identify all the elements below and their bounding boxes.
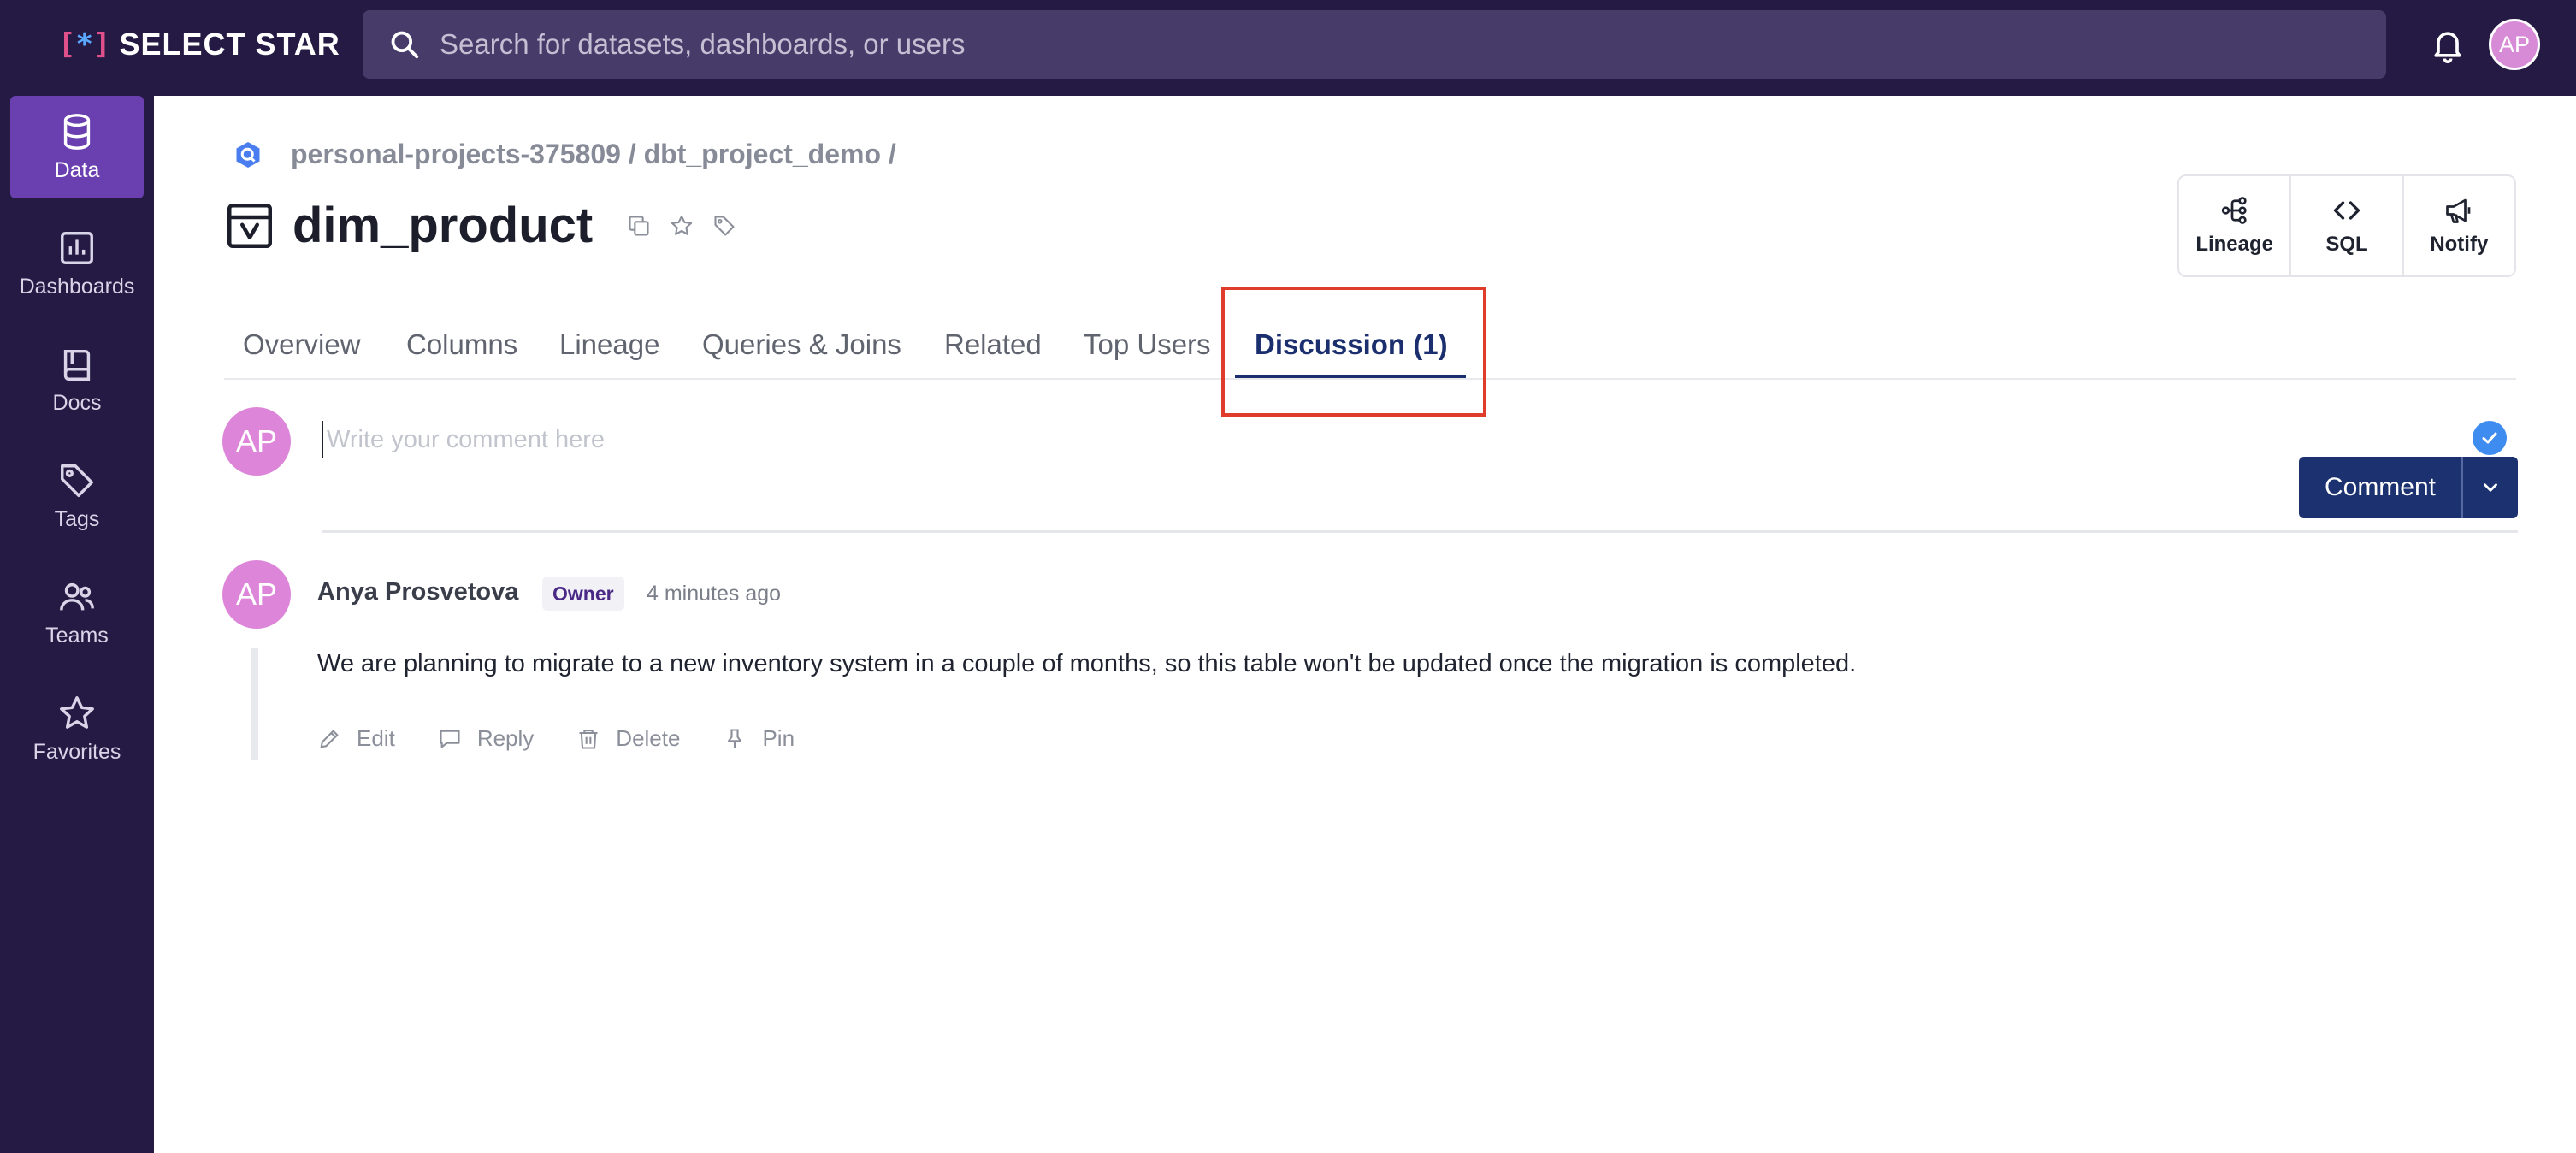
user-avatar[interactable]: AP bbox=[2489, 19, 2540, 70]
sidebar-item-label: Favorites bbox=[32, 739, 121, 764]
tab-columns[interactable]: Columns bbox=[406, 328, 517, 361]
thread-bar bbox=[251, 648, 258, 760]
chevron-down-icon bbox=[2484, 483, 2497, 492]
users-icon bbox=[60, 582, 94, 610]
lineage-button-label: Lineage bbox=[2195, 233, 2274, 256]
pin-comment-button[interactable]: Pin bbox=[723, 725, 795, 752]
tab-related[interactable]: Related bbox=[944, 328, 1042, 361]
top-bar: [*] SELECT STAR AP bbox=[0, 0, 2576, 96]
comment-author-avatar: AP bbox=[222, 560, 291, 629]
edit-comment-button[interactable]: Edit bbox=[317, 725, 395, 752]
code-icon bbox=[2333, 201, 2360, 220]
notification-bell-icon[interactable] bbox=[2429, 24, 2467, 65]
bar-chart-icon bbox=[61, 231, 93, 264]
select-star-logo[interactable]: [*] SELECT STAR bbox=[58, 24, 340, 65]
search-input[interactable] bbox=[440, 28, 2321, 61]
comment-button[interactable]: Comment bbox=[2299, 457, 2463, 518]
megaphone-icon bbox=[2446, 198, 2471, 223]
trash-icon bbox=[579, 729, 598, 749]
sidebar-item-label: Docs bbox=[52, 390, 102, 415]
sidebar-item-label: Teams bbox=[45, 623, 109, 647]
pin-icon bbox=[728, 728, 742, 748]
reply-label: Reply bbox=[476, 725, 535, 751]
composer-avatar: AP bbox=[222, 407, 291, 476]
lineage-button[interactable]: Lineage bbox=[2179, 176, 2292, 275]
tab-queries-joins[interactable]: Queries & Joins bbox=[702, 328, 901, 361]
sidebar-item-label: Tags bbox=[54, 506, 100, 531]
title-actions bbox=[627, 214, 736, 238]
book-icon bbox=[63, 349, 91, 381]
sidebar-item-data[interactable]: Data bbox=[10, 96, 144, 198]
comment-actions: Edit Reply Delete Pin bbox=[317, 725, 795, 752]
tab-overview[interactable]: Overview bbox=[243, 328, 361, 361]
comment-options-button[interactable] bbox=[2463, 457, 2518, 518]
breadcrumb-path[interactable]: personal-projects-375809 / dbt_project_d… bbox=[291, 139, 896, 170]
header-actions: Lineage SQL Notify bbox=[2177, 174, 2516, 277]
pencil-icon bbox=[320, 730, 339, 748]
table-view-icon bbox=[227, 203, 272, 248]
sql-button-label: SQL bbox=[2325, 233, 2368, 256]
search-icon bbox=[391, 31, 419, 59]
breadcrumb: personal-projects-375809 / dbt_project_d… bbox=[233, 139, 896, 170]
comment-divider bbox=[322, 530, 2518, 533]
sidebar-item-tags[interactable]: Tags bbox=[10, 445, 144, 547]
comment-text: We are planning to migrate to a new inve… bbox=[317, 650, 1857, 677]
global-search-bar[interactable] bbox=[363, 10, 2386, 79]
tag-icon[interactable] bbox=[712, 214, 736, 238]
check-icon bbox=[2473, 421, 2507, 455]
lineage-icon bbox=[2221, 197, 2247, 224]
sidebar-item-teams[interactable]: Teams bbox=[10, 561, 144, 664]
speech-bubble-icon bbox=[440, 730, 460, 748]
star-icon bbox=[60, 695, 94, 729]
logo-text: SELECT STAR bbox=[119, 27, 340, 62]
owner-badge: Owner bbox=[542, 576, 624, 611]
comment-submit-group: Comment bbox=[2299, 457, 2518, 518]
sidebar-nav: Data Dashboards Docs Tags Teams Favorite… bbox=[0, 96, 154, 1153]
sidebar-item-label: Dashboards bbox=[19, 274, 135, 299]
star-icon[interactable] bbox=[670, 214, 694, 238]
comment-timestamp: 4 minutes ago bbox=[647, 582, 782, 606]
sidebar-item-label: Data bbox=[54, 157, 100, 182]
page-title: dim_product bbox=[292, 198, 594, 253]
sidebar-item-dashboards[interactable]: Dashboards bbox=[10, 212, 144, 315]
tab-lineage[interactable]: Lineage bbox=[559, 328, 659, 361]
highlight-box bbox=[1221, 287, 1486, 417]
sql-button[interactable]: SQL bbox=[2291, 176, 2404, 275]
tab-top-users[interactable]: Top Users bbox=[1084, 328, 1211, 361]
bigquery-icon bbox=[236, 141, 260, 168]
delete-comment-button[interactable]: Delete bbox=[576, 725, 680, 752]
sidebar-item-docs[interactable]: Docs bbox=[10, 328, 144, 431]
logo-mark: [*] bbox=[58, 27, 111, 62]
edit-label: Edit bbox=[357, 725, 395, 751]
pin-label: Pin bbox=[762, 725, 795, 751]
page-header: dim_product bbox=[224, 197, 736, 254]
notify-button-label: Notify bbox=[2430, 233, 2489, 256]
database-icon bbox=[63, 113, 91, 150]
tag-icon bbox=[61, 464, 93, 497]
delete-label: Delete bbox=[616, 725, 681, 751]
comment-author[interactable]: Anya Prosvetova bbox=[317, 578, 518, 606]
reply-comment-button[interactable]: Reply bbox=[438, 725, 534, 752]
comment-input[interactable] bbox=[322, 421, 1433, 458]
sidebar-item-favorites[interactable]: Favorites bbox=[10, 677, 144, 780]
notify-button[interactable]: Notify bbox=[2404, 176, 2514, 275]
copy-icon[interactable] bbox=[627, 214, 651, 238]
